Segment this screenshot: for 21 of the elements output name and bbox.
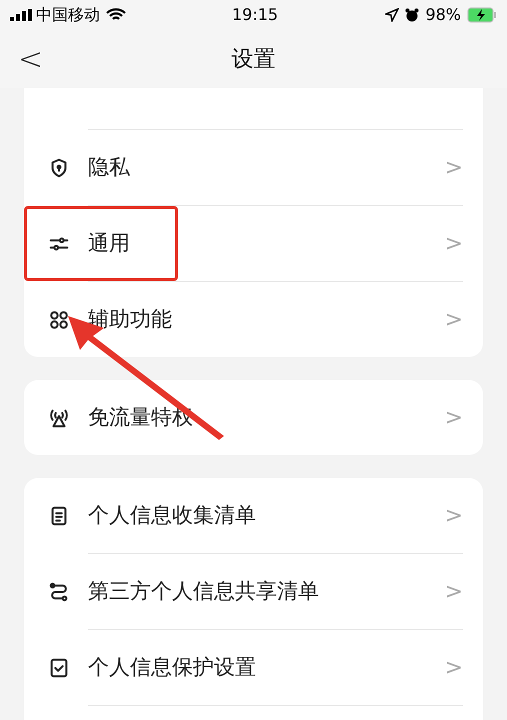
chevron: > [444,404,463,432]
chevron: > [444,654,463,682]
cellular-signal-icon [10,9,32,21]
chevron: > [444,502,463,530]
route-icon [48,580,70,602]
command-icon [48,308,70,330]
settings-item[interactable]: 通用 [24,206,178,281]
charging-battery-icon [467,7,497,23]
chevron: > [444,230,463,258]
chevron: > [444,578,463,606]
chevron: > [444,306,463,334]
wifi-icon [106,8,126,22]
back-button[interactable]: < [18,36,44,82]
carrier: 中国移动 [36,4,100,26]
page-title: 设置 [232,46,276,74]
clock: 19:15 [232,4,278,26]
chevron: > [444,154,463,182]
battery-percent: 98% [425,4,461,26]
checked-doc-icon [48,656,70,678]
location-arrow-icon [385,8,400,22]
broadcast-icon [48,406,70,428]
